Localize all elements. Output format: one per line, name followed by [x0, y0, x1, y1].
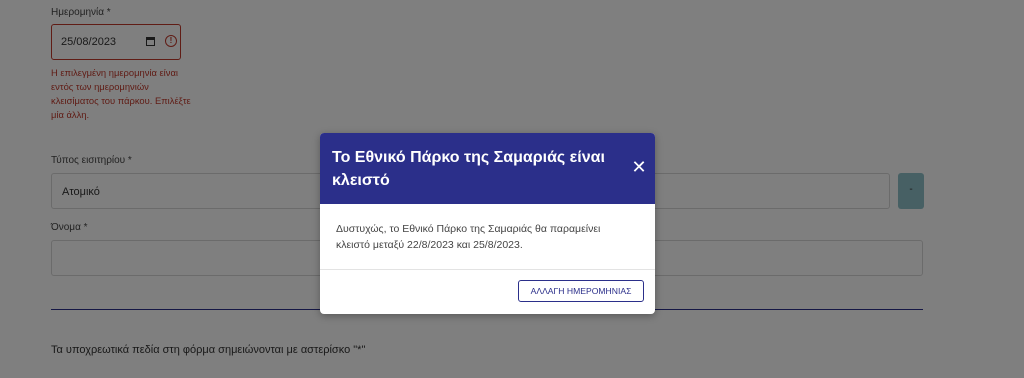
park-closed-dialog: Το Εθνικό Πάρκο της Σαμαριάς είναι κλεισ…: [320, 133, 655, 314]
dialog-divider: [320, 269, 655, 270]
dialog-header: Το Εθνικό Πάρκο της Σαμαριάς είναι κλεισ…: [320, 133, 655, 204]
change-date-button[interactable]: ΑΛΛΑΓΗ ΗΜΕΡΟΜΗΝΙΑΣ: [518, 280, 644, 302]
dialog-message: Δυστυχώς, το Εθνικό Πάρκο της Σαμαριάς θ…: [336, 223, 601, 251]
dialog-title: Το Εθνικό Πάρκο της Σαμαριάς είναι κλεισ…: [332, 149, 605, 189]
close-icon[interactable]: ✕: [631, 158, 647, 176]
